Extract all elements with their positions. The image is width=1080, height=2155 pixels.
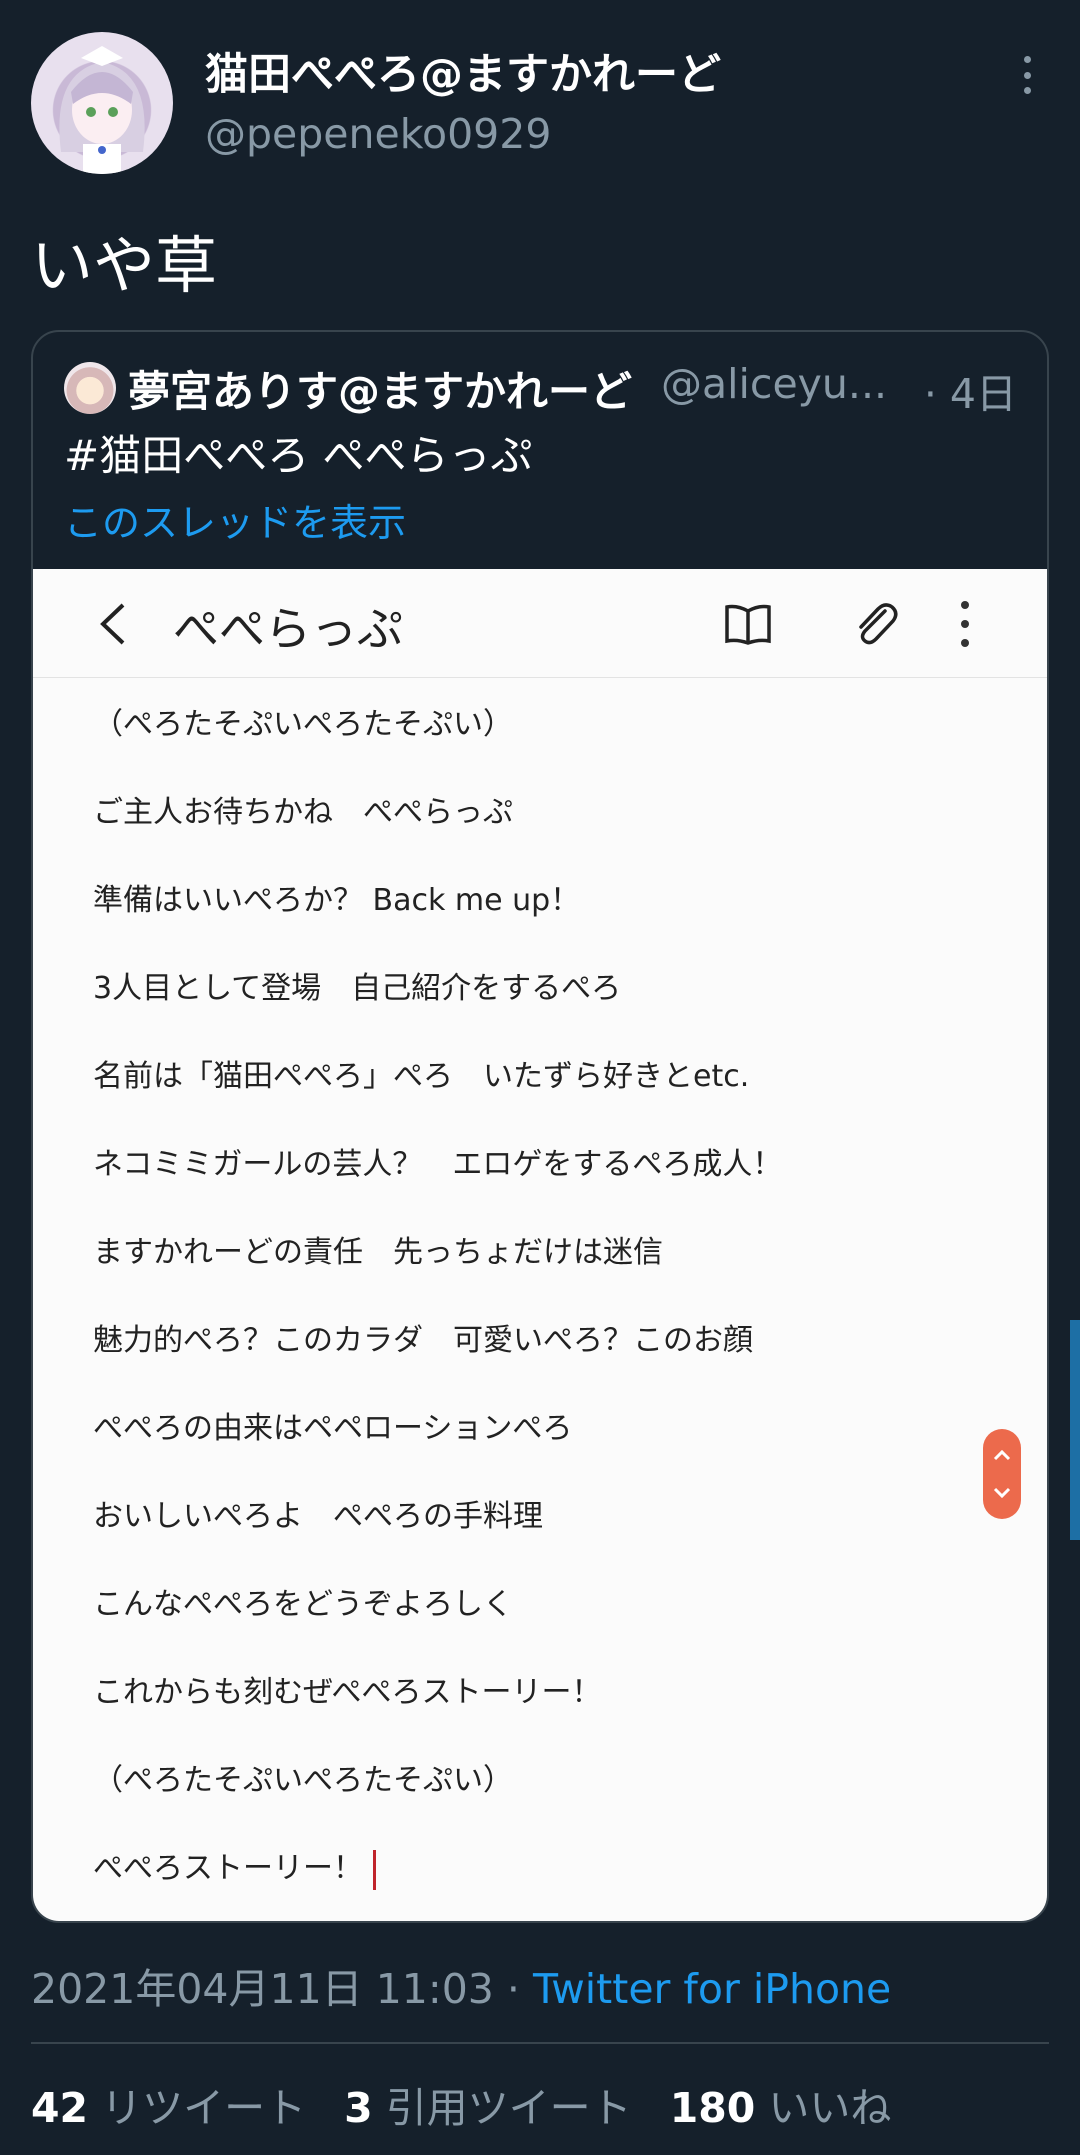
quoted-tweet-text: #猫田ぺぺろ ぺぺらっぷ bbox=[64, 431, 533, 480]
page-scroll-indicator bbox=[1070, 1320, 1080, 1540]
quotes-count: 3 bbox=[344, 2084, 373, 2132]
book-icon bbox=[725, 604, 771, 645]
likes-stat[interactable]: 180 いいね bbox=[670, 2084, 892, 2132]
tweet-metadata: 2021年04月11日 11:03 · Twitter for iPhone bbox=[31, 1955, 891, 2015]
lyric-line: これからも刻むぜぺぺろストーリー！ bbox=[93, 1675, 602, 1710]
quoted-tweet-card[interactable]: 夢宮ありす@ますかれーど @aliceyu... · 4日 #猫田ぺぺろ ぺぺら… bbox=[31, 330, 1049, 1923]
retweets-label: リツイート bbox=[101, 2084, 307, 2132]
paperclip-icon bbox=[859, 603, 898, 645]
fast-scroll-thumb bbox=[983, 1429, 1021, 1519]
tweet-text: いや草 bbox=[31, 229, 218, 302]
lyric-line: 名前は「猫田ぺぺろ」ぺろ いたずら好きとetc. bbox=[93, 1059, 750, 1094]
tweet-source-link[interactable]: Twitter for iPhone bbox=[533, 1965, 891, 2013]
avatar-illustration bbox=[59, 46, 145, 174]
retweets-count: 42 bbox=[31, 2084, 89, 2132]
quotes-stat[interactable]: 3 引用ツイート bbox=[344, 2084, 632, 2132]
up-down-chevron-icon bbox=[993, 1449, 1011, 1499]
likes-label: いいね bbox=[768, 2084, 892, 2132]
note-title: ぺぺらっぷ bbox=[173, 602, 403, 656]
quoted-user-avatar[interactable] bbox=[64, 362, 116, 414]
quoted-display-name: 夢宮ありす@ますかれーど bbox=[128, 367, 633, 416]
lyric-line-last: ぺぺろストーリー！ bbox=[93, 1843, 376, 1890]
notes-toolbar: ぺぺらっぷ bbox=[33, 569, 1047, 678]
quotes-label: 引用ツイート bbox=[385, 2084, 632, 2132]
lyric-line: 3人目として登場 自己紹介をするぺろ bbox=[93, 971, 622, 1006]
lyric-line: ご主人お待ちかね ぺぺらっぷ bbox=[93, 795, 513, 830]
meta-separator: · bbox=[493, 1965, 533, 2013]
tweet-detail-page: 猫田ぺぺろ@ますかれーど @pepeneko0929 いや草 夢宮ありす@ますか… bbox=[0, 0, 1080, 2155]
quoted-tweet-date: · 4日 bbox=[923, 370, 1017, 418]
likes-count: 180 bbox=[669, 2084, 756, 2132]
show-thread-link[interactable]: このスレッドを表示 bbox=[64, 492, 406, 547]
retweets-stat[interactable]: 42 リツイート bbox=[31, 2084, 306, 2132]
lyric-line: 準備はいいぺろか？ Back me up！ bbox=[93, 883, 581, 918]
divider bbox=[31, 2042, 1049, 2044]
text-cursor bbox=[373, 1849, 376, 1890]
lyric-line-text: ぺぺろストーリー！ bbox=[93, 1851, 363, 1886]
lyric-line: こんなぺぺろをどうぞよろしく bbox=[93, 1587, 513, 1622]
more-options-icon[interactable] bbox=[1012, 50, 1042, 100]
user-handle[interactable]: @pepeneko0929 bbox=[205, 110, 551, 158]
lyric-line: 魅力的ぺろ？このカラダ 可愛いぺろ？このお顔 bbox=[93, 1323, 753, 1358]
more-vert-icon bbox=[959, 601, 971, 647]
lyric-line: ネコミミガールの芸人？ エロゲをするぺろ成人！ bbox=[93, 1147, 783, 1182]
lyric-line: ますかれーどの責任 先っちょだけは迷信 bbox=[93, 1235, 663, 1270]
user-avatar[interactable] bbox=[31, 32, 173, 174]
quoted-user-handle: @aliceyu... bbox=[661, 360, 888, 408]
lyric-line: おいしいぺろよ ぺぺろの手料理 bbox=[93, 1499, 543, 1534]
lyric-line: （ぺろたそぷいぺろたそぷい） bbox=[93, 1763, 513, 1798]
lyric-line: （ぺろたそぷいぺろたそぷい） bbox=[93, 707, 513, 742]
lyric-line: ぺぺろの由来はペペローションぺろ bbox=[93, 1411, 573, 1446]
tweet-timestamp: 2021年04月11日 11:03 bbox=[31, 1965, 494, 2013]
tweet-stats: 42 リツイート 3 引用ツイート 180 いいね bbox=[31, 2074, 891, 2134]
back-icon bbox=[100, 603, 125, 645]
attached-screenshot-image[interactable]: ぺぺらっぷ （ぺろたそぷいぺろたそぷい） ご主人お待ちかね ぺぺらっぷ 準備はい… bbox=[33, 569, 1047, 1921]
display-name[interactable]: 猫田ぺぺろ@ますかれーど bbox=[205, 40, 721, 102]
